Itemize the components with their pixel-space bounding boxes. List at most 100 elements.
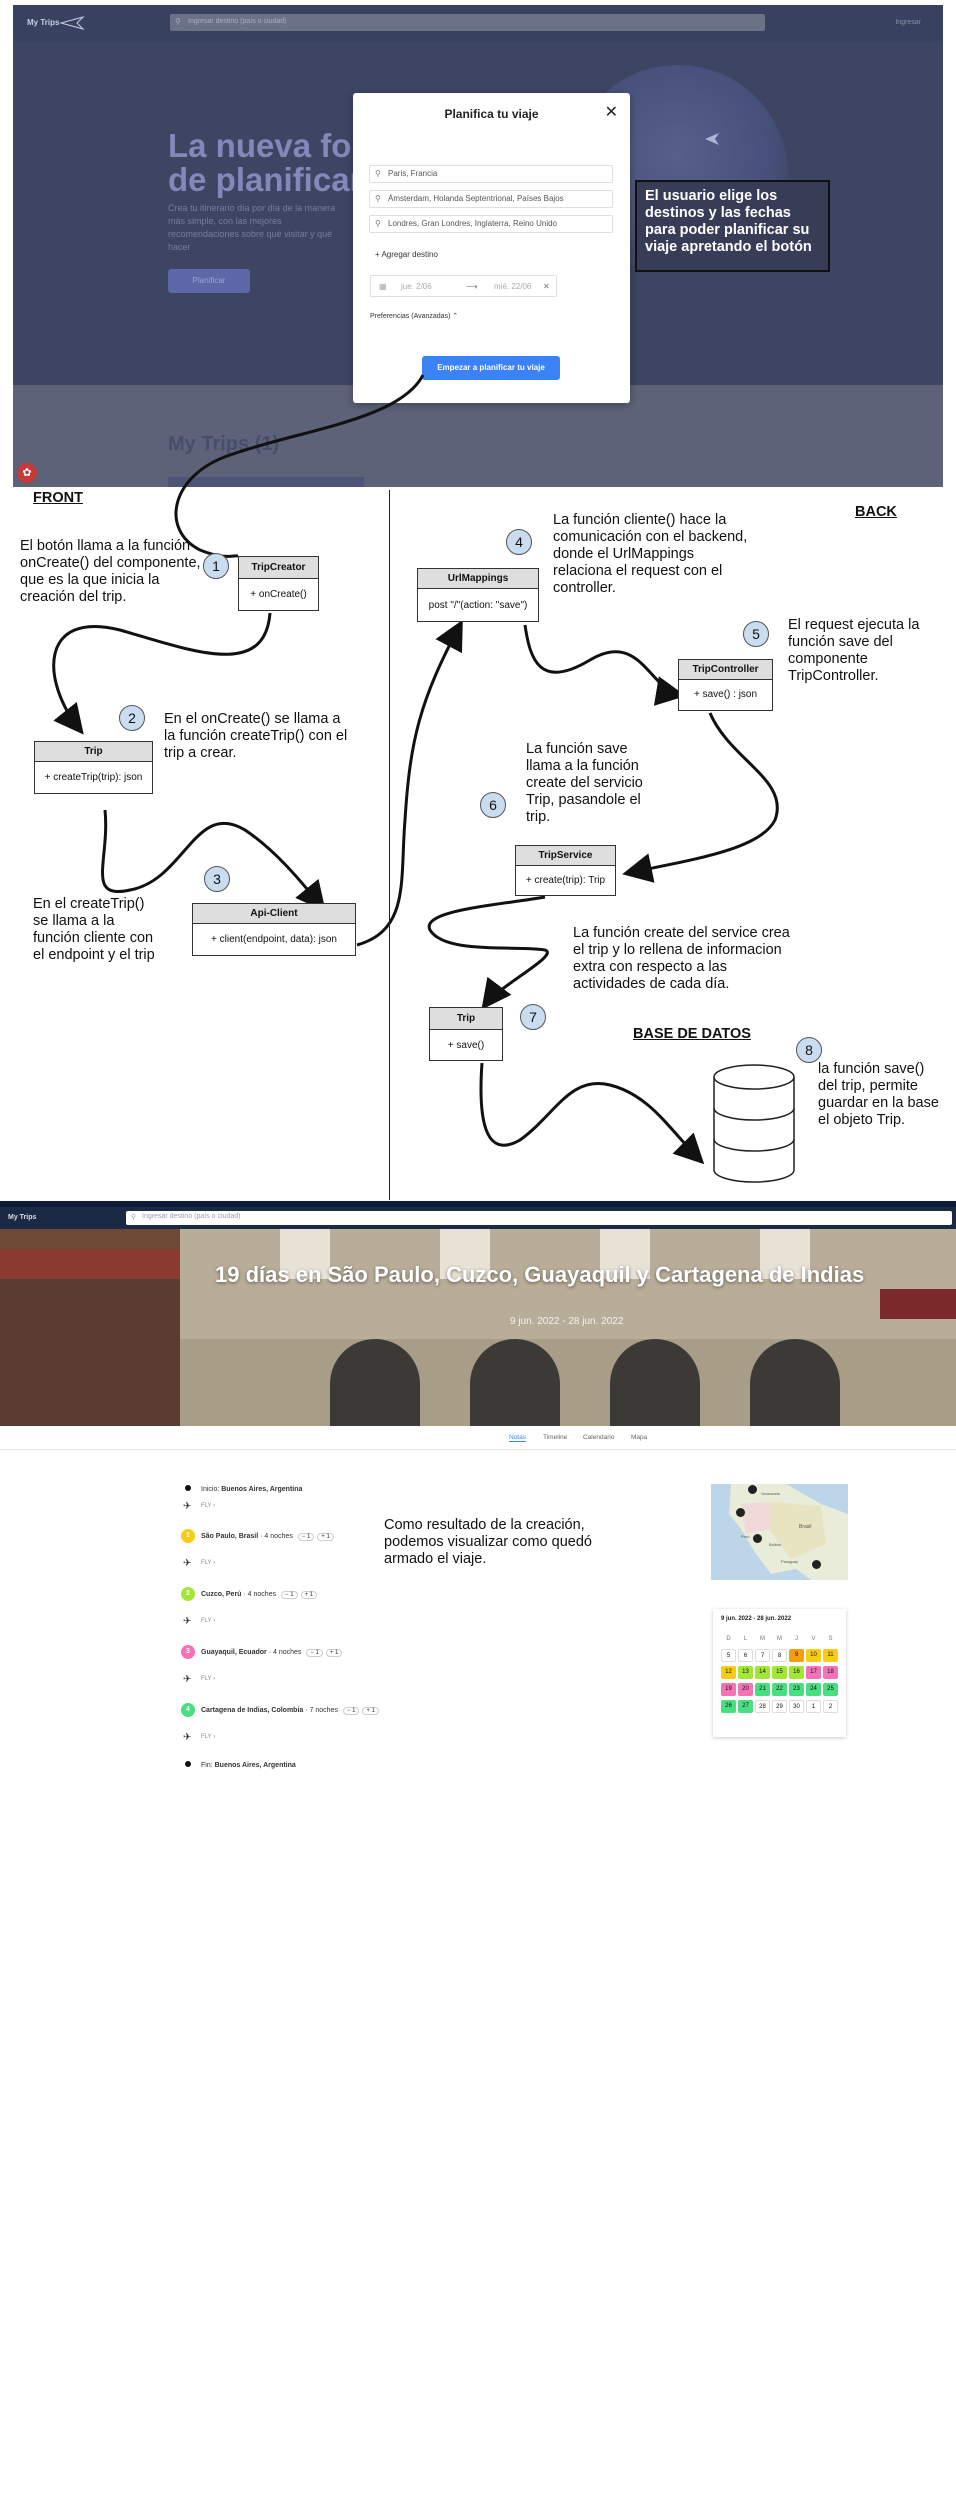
calendar-day[interactable]: 30 [789, 1700, 804, 1713]
stop-1-plus[interactable]: + 1 [317, 1533, 334, 1541]
calendar-day[interactable]: 7 [755, 1649, 770, 1662]
trip-front-method: + createTrip(trip): json [44, 772, 143, 783]
calendar-day[interactable]: 6 [738, 1649, 753, 1662]
calendar-day[interactable]: 8 [772, 1649, 787, 1662]
end-dot-icon [185, 1761, 191, 1767]
stop-3-plus[interactable]: + 1 [325, 1649, 343, 1657]
tripservice-method: + create(trip): Trip [525, 875, 606, 886]
urlmappings-box: UrlMappings post "/"(action: "save") [417, 568, 539, 622]
calendar-day[interactable]: 28 [755, 1700, 770, 1713]
result-search-placeholder: Ingresar destino (país o ciudad) [142, 1213, 241, 1220]
calendar-day[interactable]: 22 [772, 1683, 787, 1696]
calendar-day[interactable]: 24 [806, 1683, 821, 1696]
arrow-trip-to-db [479, 1062, 705, 1165]
stop-1-minus[interactable]: − 1 [297, 1533, 315, 1541]
clear-icon[interactable]: ✕ [543, 282, 550, 291]
date-from: jue. 2/06 [401, 282, 432, 291]
trip-map[interactable]: Venezuela Brasil Bolivia Paraguay Perú [711, 1484, 848, 1580]
result-navbar: My Trips ⚲ Ingresar destino (país o ciud… [0, 1207, 956, 1229]
hero-subtitle: Crea tu itinerario día por día de la man… [168, 203, 336, 252]
calendar-day[interactable]: 18 [823, 1666, 838, 1679]
map-marker-icon[interactable] [812, 1560, 821, 1569]
calendar-day[interactable]: 13 [738, 1666, 753, 1679]
brand-logo[interactable]: My Trips [27, 18, 59, 27]
start-planning-button[interactable]: Empezar a planificar tu viaje [422, 356, 560, 380]
calendar-day[interactable]: 9 [789, 1649, 804, 1662]
stop-3-minus[interactable]: − 1 [306, 1649, 323, 1657]
search-icon: ⚲ [175, 17, 181, 26]
fly-link[interactable]: FLY › [201, 1503, 215, 1509]
preferences-toggle[interactable]: Preferencias (Avanzadas) ⌃ [370, 312, 458, 320]
calendar-day[interactable]: 5 [721, 1649, 736, 1662]
map-marker-icon[interactable] [736, 1508, 745, 1517]
south-america-map [729, 1484, 848, 1580]
calendar-day[interactable]: 23 [789, 1683, 804, 1696]
calendar-day[interactable]: 10 [806, 1649, 821, 1662]
trip-banner: 19 días en São Paulo, Cuzco, Guayaquil y… [0, 1229, 956, 1426]
calendar-day[interactable]: 29 [772, 1700, 787, 1713]
map-label-bolivia: Bolivia [769, 1542, 781, 1547]
calendar-day[interactable]: 21 [755, 1683, 770, 1696]
plan-button[interactable]: Planificar [168, 269, 250, 293]
calendar-day[interactable]: 11 [823, 1649, 838, 1662]
calendar-day[interactable]: 2 [823, 1700, 838, 1713]
search-icon: ⚲ [375, 219, 381, 228]
fly-link[interactable]: FLY › [201, 1734, 215, 1740]
result-note: Como resultado de la creación, podemos v… [384, 1517, 592, 1567]
plane-icon: ✈ [183, 1732, 192, 1743]
map-label-venezuela: Venezuela [761, 1491, 780, 1496]
tab-notas[interactable]: Notas [509, 1434, 526, 1442]
fly-link[interactable]: FLY › [201, 1560, 215, 1566]
calendar-day[interactable]: 12 [721, 1666, 736, 1679]
tab-timeline[interactable]: Timeline [543, 1434, 567, 1441]
map-label-brasil: Brasil [799, 1524, 812, 1530]
stop-2-minus[interactable]: − 1 [281, 1591, 298, 1599]
calendar-day[interactable]: 14 [755, 1666, 770, 1679]
plane-icon: ✈ [183, 1558, 192, 1569]
destination-value-3: Londres, Gran Londres, Inglaterra, Reino… [388, 219, 557, 228]
stop-3: Guayaquil, Ecuador · 4 noches − 1 + 1 [201, 1649, 343, 1657]
urlmappings-method: post "/"(action: "save") [428, 600, 528, 611]
trip-back-box: Trip + save() [429, 1007, 503, 1061]
tab-calendario[interactable]: Calendario [583, 1434, 614, 1441]
calendar-day[interactable]: 25 [823, 1683, 838, 1696]
trip-back-method: + save() [447, 1040, 485, 1051]
start-dot-icon [185, 1485, 191, 1491]
map-marker-icon[interactable] [748, 1485, 757, 1494]
trip-back-name: Trip [430, 1008, 502, 1030]
stop-2-marker: 2 [181, 1587, 195, 1601]
notification-badge-icon[interactable]: ✿ [17, 463, 37, 483]
timeline-end: Fin: Buenos Aires, Argentina [201, 1762, 296, 1769]
destination-input-3[interactable]: ⚲ Londres, Gran Londres, Inglaterra, Rei… [369, 215, 613, 233]
stop-2-plus[interactable]: + 1 [300, 1591, 318, 1599]
destination-input-2[interactable]: ⚲ Ámsterdam, Holanda Septentrional, País… [369, 190, 613, 208]
calendar-day[interactable]: 26 [721, 1700, 736, 1713]
login-link[interactable]: Ingresar [895, 19, 921, 26]
calendar-weekday: M [760, 1636, 765, 1642]
destination-input-1[interactable]: ⚲ Paris, Francia [369, 165, 613, 183]
stop-4-plus[interactable]: + 1 [362, 1707, 379, 1715]
tab-mapa[interactable]: Mapa [631, 1434, 647, 1441]
note-8: la función save() del trip, permite guar… [818, 1061, 939, 1128]
add-destination-button[interactable]: + Agregar destino [375, 250, 438, 259]
brand-logo[interactable]: My Trips [8, 1214, 36, 1221]
note-6: La función save llama a la función creat… [526, 741, 643, 825]
calendar-day[interactable]: 19 [721, 1683, 736, 1696]
trip-card-strip[interactable] [168, 477, 364, 487]
stop-1-city: São Paulo, Brasil [201, 1533, 259, 1540]
top-search-input[interactable]: ⚲ Ingresar destino (país o ciudad) [170, 14, 765, 31]
fly-link[interactable]: FLY › [201, 1676, 215, 1682]
map-marker-icon[interactable] [753, 1534, 762, 1543]
calendar-day[interactable]: 15 [772, 1666, 787, 1679]
result-search-input[interactable]: ⚲ Ingresar destino (país o ciudad) [126, 1211, 952, 1225]
calendar-day[interactable]: 20 [738, 1683, 753, 1696]
fly-link[interactable]: FLY › [201, 1618, 215, 1624]
calendar-day[interactable]: 27 [738, 1700, 753, 1713]
calendar-day[interactable]: 17 [806, 1666, 821, 1679]
calendar-day[interactable]: 16 [789, 1666, 804, 1679]
trip-dates: 9 jun. 2022 - 28 jun. 2022 [510, 1316, 624, 1327]
date-range-picker[interactable]: ▦ jue. 2/06 ⟶ mié. 22/06 ✕ [370, 275, 557, 297]
calendar-day[interactable]: 1 [806, 1700, 821, 1713]
close-icon[interactable]: ✕ [605, 102, 618, 122]
stop-4-minus[interactable]: − 1 [342, 1707, 360, 1715]
